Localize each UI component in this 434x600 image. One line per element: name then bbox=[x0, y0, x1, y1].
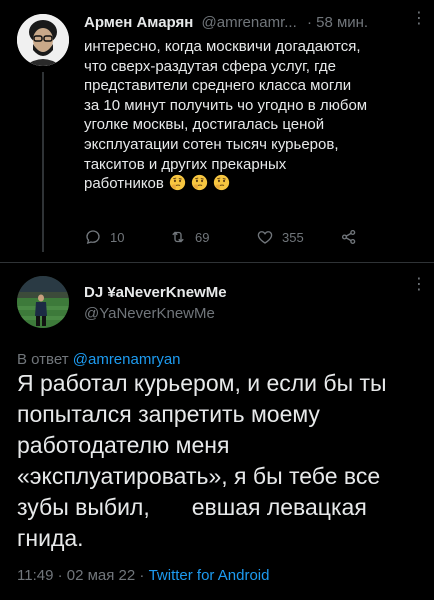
emoji-row bbox=[164, 175, 231, 192]
tweet-datetime[interactable]: 11:49 · 02 мая 22 · bbox=[17, 567, 149, 584]
reply-button[interactable]: 10 bbox=[84, 228, 124, 246]
avatar[interactable] bbox=[17, 276, 69, 328]
author-handle[interactable]: @YaNeverKnewMe bbox=[84, 305, 215, 322]
retweet-icon bbox=[172, 231, 184, 243]
like-count: 355 bbox=[282, 229, 304, 245]
like-button[interactable]: 355 bbox=[256, 228, 304, 246]
tweet-text: Я работал курьером, и если бы ты попытал… bbox=[17, 368, 422, 554]
share-icon bbox=[341, 229, 356, 245]
more-options-icon[interactable]: ⋮ bbox=[411, 11, 427, 27]
reply-prefix: В ответ bbox=[17, 351, 73, 368]
reply-icon bbox=[86, 230, 100, 245]
thinking-face-icon bbox=[192, 175, 208, 191]
tweet-timestamp[interactable]: · 58 мин. bbox=[307, 14, 368, 31]
reply-count: 10 bbox=[110, 229, 125, 245]
heart-icon bbox=[257, 231, 273, 244]
tweet-text: интересно, когда москвичи догадаются, чт… bbox=[84, 37, 414, 194]
retweet-count: 69 bbox=[195, 229, 210, 245]
author-name[interactable]: Армен Амарян bbox=[84, 14, 193, 31]
tweet-actions: 10 69 355 bbox=[84, 228, 374, 248]
author-name[interactable]: DJ ¥aNeverKnewMe bbox=[84, 284, 227, 301]
more-options-icon[interactable]: ⋮ bbox=[411, 277, 427, 293]
reply-context: В ответ @amrenamryan bbox=[17, 351, 181, 368]
avatar[interactable] bbox=[17, 14, 69, 66]
tweet-header: Армен Амарян @amrenamr... · 58 мин. bbox=[84, 14, 424, 34]
share-button[interactable] bbox=[340, 228, 358, 246]
avatar-portrait-image bbox=[17, 14, 69, 66]
retweet-button[interactable]: 69 bbox=[169, 228, 209, 246]
thinking-face-icon bbox=[214, 175, 230, 191]
thread-line bbox=[42, 72, 44, 252]
tweet-client-link[interactable]: Twitter for Android bbox=[149, 567, 270, 584]
tweet-body: интересно, когда москвичи догадаются, чт… bbox=[84, 38, 368, 193]
tweet-original[interactable]: Армен Амарян @amrenamr... · 58 мин. ⋮ ин… bbox=[0, 0, 434, 258]
thinking-face-icon bbox=[169, 175, 186, 191]
author-handle[interactable]: @amrenamr... bbox=[202, 14, 297, 31]
reply-mention-link[interactable]: @amrenamryan bbox=[73, 351, 181, 368]
divider bbox=[0, 262, 434, 263]
tweet-meta: 11:49 · 02 мая 22 · Twitter for Android bbox=[17, 567, 269, 584]
avatar-stadium-image bbox=[17, 276, 69, 328]
